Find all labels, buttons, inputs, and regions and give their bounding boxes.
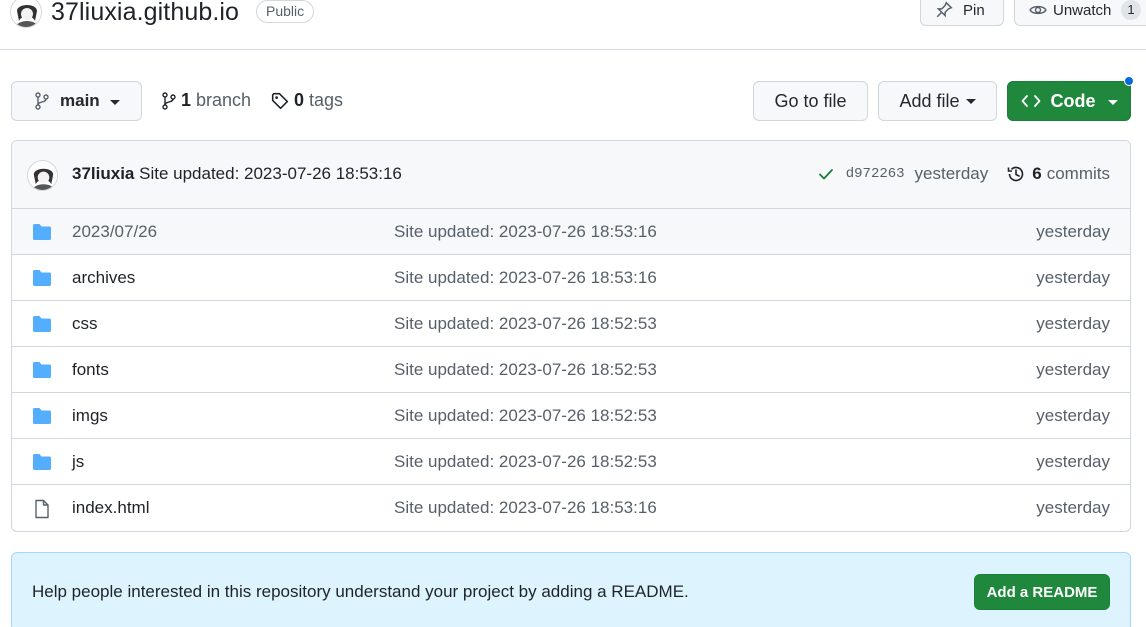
file-row[interactable]: css Site updated: 2023-07-26 18:52:53 ye… <box>12 301 1130 347</box>
file-row[interactable]: index.html Site updated: 2023-07-26 18:5… <box>12 485 1130 531</box>
unwatch-button[interactable]: Unwatch 1 <box>1014 0 1146 26</box>
file-row[interactable]: 2023/07/26 Site updated: 2023-07-26 18:5… <box>12 209 1130 255</box>
go-to-file-button[interactable]: Go to file <box>753 81 868 121</box>
chevron-down-icon <box>965 99 976 104</box>
commit-time: yesterday <box>914 164 989 183</box>
tag-label: tags <box>309 90 344 110</box>
file-commit-time: yesterday <box>1036 314 1110 333</box>
file-commit-time: yesterday <box>1036 268 1110 287</box>
folder-icon <box>33 408 51 424</box>
branch-label: branch <box>196 90 252 110</box>
branch-selector[interactable]: main <box>11 81 142 121</box>
file-commit-message[interactable]: Site updated: 2023-07-26 18:52:53 <box>394 406 657 426</box>
file-name-link[interactable]: js <box>72 452 84 472</box>
folder-icon <box>33 270 51 286</box>
pin-label: Pin <box>963 1 985 19</box>
branches-link[interactable]: 1 branch <box>162 90 251 111</box>
file-commit-message[interactable]: Site updated: 2023-07-26 18:52:53 <box>394 360 657 380</box>
code-button[interactable]: Code <box>1007 81 1131 121</box>
visibility-badge: Public <box>256 0 315 23</box>
tags-link[interactable]: 0 tags <box>271 90 343 111</box>
file-list: 2023/07/26 Site updated: 2023-07-26 18:5… <box>12 209 1130 531</box>
code-label: Code <box>1050 90 1096 111</box>
code-icon <box>1021 95 1040 107</box>
notification-dot <box>1124 76 1134 86</box>
commit-sha-link[interactable]: d972263 <box>846 166 905 182</box>
check-icon[interactable] <box>818 166 834 182</box>
file-commit-message[interactable]: Site updated: 2023-07-26 18:53:16 <box>394 222 657 242</box>
file-name-link[interactable]: fonts <box>72 360 109 380</box>
file-commit-time: yesterday <box>1036 452 1110 471</box>
commits-history-link[interactable]: 6 commits <box>1006 164 1110 184</box>
tag-icon <box>271 92 289 109</box>
file-commit-time: yesterday <box>1036 222 1110 241</box>
file-icon <box>35 499 49 519</box>
commit-message-link[interactable]: Site updated: 2023-07-26 18:53:16 <box>139 164 402 183</box>
commit-author-link[interactable]: 37liuxia <box>72 164 134 183</box>
git-branch-icon <box>162 91 176 110</box>
add-file-label: Add file <box>899 90 960 111</box>
commit-author-avatar[interactable] <box>27 160 58 191</box>
file-commit-message[interactable]: Site updated: 2023-07-26 18:52:53 <box>394 314 657 334</box>
file-commit-time: yesterday <box>1036 360 1110 379</box>
commit-summary: 37liuxia Site updated: 2023-07-26 18:53:… <box>72 164 402 184</box>
readme-prompt-text: Help people interested in this repositor… <box>32 582 689 601</box>
branch-count: 1 <box>181 90 192 110</box>
readme-banner: Help people interested in this repositor… <box>11 552 1131 627</box>
file-row[interactable]: imgs Site updated: 2023-07-26 18:52:53 y… <box>12 393 1130 439</box>
file-name-link[interactable]: imgs <box>72 406 108 426</box>
pin-button[interactable]: Pin <box>920 0 1004 26</box>
file-name-link[interactable]: index.html <box>72 498 149 518</box>
file-name-link[interactable]: archives <box>72 268 135 288</box>
watch-count: 1 <box>1121 0 1141 20</box>
history-icon <box>1007 166 1024 182</box>
file-row[interactable]: js Site updated: 2023-07-26 18:52:53 yes… <box>12 439 1130 485</box>
folder-icon <box>33 454 51 470</box>
add-readme-button[interactable]: Add a README <box>974 574 1110 610</box>
latest-commit-bar: 37liuxia Site updated: 2023-07-26 18:53:… <box>12 141 1130 209</box>
folder-icon <box>33 224 51 240</box>
repo-header: 37liuxia.github.io Public Pin Unwatch 1 <box>0 0 1146 50</box>
tag-count: 0 <box>294 90 305 110</box>
file-row[interactable]: fonts Site updated: 2023-07-26 18:52:53 … <box>12 347 1130 393</box>
file-name-link[interactable]: 2023/07/26 <box>72 222 157 242</box>
pin-icon <box>936 1 953 18</box>
folder-icon <box>33 362 51 378</box>
chevron-down-icon <box>109 99 120 105</box>
repo-name-link[interactable]: 37liuxia.github.io <box>51 0 239 30</box>
add-file-button[interactable]: Add file <box>878 81 997 121</box>
file-row[interactable]: archives Site updated: 2023-07-26 18:53:… <box>12 255 1130 301</box>
branch-name: main <box>60 91 100 110</box>
file-commit-message[interactable]: Site updated: 2023-07-26 18:53:16 <box>394 498 657 518</box>
commit-meta: d972263 yesterday 6 commits <box>818 164 1130 184</box>
file-commit-message[interactable]: Site updated: 2023-07-26 18:52:53 <box>394 452 657 472</box>
eye-icon <box>1029 5 1047 15</box>
file-name-link[interactable]: css <box>72 314 98 334</box>
owner-avatar[interactable] <box>10 0 42 28</box>
commits-label: commits <box>1046 164 1110 183</box>
unwatch-label: Unwatch <box>1053 1 1112 19</box>
git-branch-icon <box>35 92 49 110</box>
chevron-down-icon <box>1107 99 1118 105</box>
file-table: 37liuxia Site updated: 2023-07-26 18:53:… <box>11 140 1131 532</box>
file-commit-time: yesterday <box>1036 498 1110 517</box>
file-commit-time: yesterday <box>1036 406 1110 425</box>
file-commit-message[interactable]: Site updated: 2023-07-26 18:53:16 <box>394 268 657 288</box>
commit-count: 6 <box>1032 164 1042 183</box>
folder-icon <box>33 316 51 332</box>
